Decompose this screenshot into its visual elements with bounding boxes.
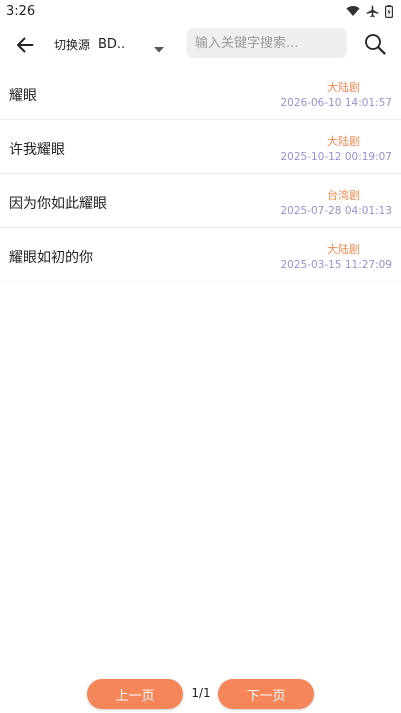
item-timestamp: 2025-10-12 00:19:07 bbox=[280, 151, 392, 163]
wifi-icon bbox=[346, 5, 360, 17]
source-dropdown[interactable]: BD.. bbox=[98, 34, 170, 54]
item-timestamp: 2025-07-28 04:01:13 bbox=[280, 205, 392, 217]
item-timestamp: 2025-03-15 11:27:09 bbox=[280, 259, 392, 271]
next-page-button[interactable]: 下一页 bbox=[218, 679, 314, 709]
item-title: 耀眼 bbox=[9, 88, 37, 104]
prev-page-button[interactable]: 上一页 bbox=[87, 679, 183, 709]
airplane-icon bbox=[366, 5, 379, 18]
search-input[interactable] bbox=[187, 28, 347, 58]
search-button[interactable] bbox=[362, 31, 388, 57]
dropdown-caret-icon bbox=[154, 38, 164, 57]
switch-source-label: 切换源 bbox=[54, 38, 91, 52]
back-arrow-icon bbox=[17, 37, 34, 53]
list-item[interactable]: 耀眼 大陆剧 2026-06-10 14:01:57 bbox=[0, 66, 401, 120]
item-category: 大陆剧 bbox=[327, 135, 360, 148]
item-timestamp: 2026-06-10 14:01:57 bbox=[280, 97, 392, 109]
top-bar: 切换源 BD.. bbox=[0, 24, 401, 64]
item-category: 大陆剧 bbox=[327, 81, 360, 94]
list-item[interactable]: 耀眼如初的你 大陆剧 2025-03-15 11:27:09 bbox=[0, 228, 401, 282]
list-item[interactable]: 许我耀眼 大陆剧 2025-10-12 00:19:07 bbox=[0, 120, 401, 174]
back-button[interactable] bbox=[12, 32, 38, 58]
item-title: 耀眼如初的你 bbox=[9, 250, 93, 266]
item-category: 台湾剧 bbox=[327, 189, 360, 202]
app-screen: 3:26 切换源 BD.. 输入关键字搜索... 耀眼 大陆剧 2026-06-… bbox=[0, 0, 401, 713]
pagination: 上一页 1/1 下一页 bbox=[0, 679, 401, 709]
item-category: 大陆剧 bbox=[327, 243, 360, 256]
item-title: 许我耀眼 bbox=[9, 142, 65, 158]
search-icon bbox=[365, 34, 386, 55]
item-title: 因为你如此耀眼 bbox=[9, 196, 107, 212]
source-selected-value: BD.. bbox=[98, 36, 126, 52]
battery-icon bbox=[385, 4, 393, 18]
status-icons bbox=[346, 4, 393, 18]
list-item[interactable]: 因为你如此耀眼 台湾剧 2025-07-28 04:01:13 bbox=[0, 174, 401, 228]
page-indicator: 1/1 bbox=[191, 686, 211, 700]
status-bar: 3:26 bbox=[0, 0, 401, 22]
result-list: 耀眼 大陆剧 2026-06-10 14:01:57 许我耀眼 大陆剧 2025… bbox=[0, 66, 401, 282]
status-time: 3:26 bbox=[6, 3, 36, 19]
